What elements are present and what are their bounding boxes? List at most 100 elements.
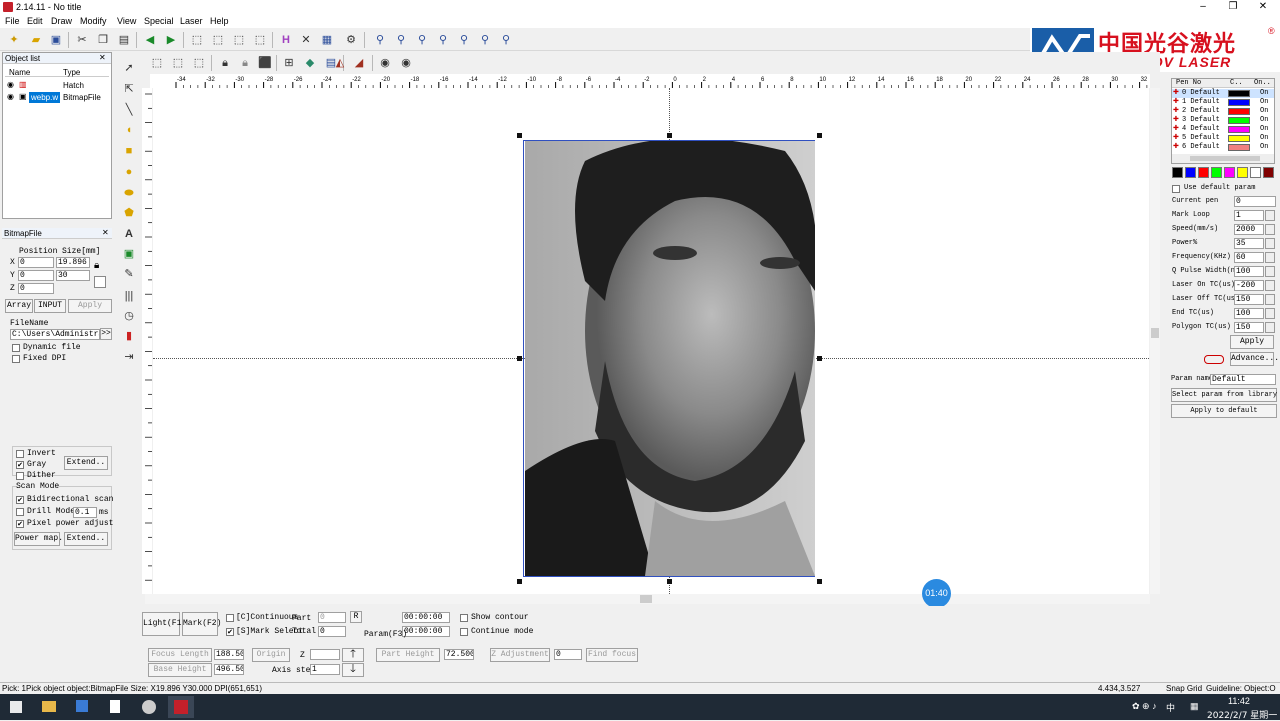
pen-row[interactable]: ✚ 4 Default On xyxy=(1172,125,1274,134)
vertical-scrollbar[interactable] xyxy=(1150,88,1160,594)
node-delete-icon[interactable]: ⬚ xyxy=(252,32,268,48)
spin-button[interactable] xyxy=(1265,210,1275,221)
unlock-icon[interactable]: 🔒︎ xyxy=(237,55,253,71)
base-height-field[interactable]: 496.500 xyxy=(214,664,244,675)
circle-icon[interactable]: ● xyxy=(121,164,137,180)
scroll-thumb[interactable] xyxy=(1190,156,1260,161)
clock-date[interactable]: 2022/2/7 星期一 xyxy=(1207,708,1277,721)
redo-icon[interactable]: ▶ xyxy=(163,32,179,48)
resize-handle[interactable] xyxy=(517,579,522,584)
param-field-mark-loop[interactable]: 1 xyxy=(1234,210,1264,221)
apply-button[interactable]: Apply xyxy=(68,299,112,313)
advance-button[interactable]: Advance... xyxy=(1230,352,1279,366)
horizontal-scrollbar[interactable] xyxy=(145,594,1150,604)
menu-view[interactable]: View xyxy=(117,16,136,26)
node-move-icon[interactable]: ⬚ xyxy=(231,32,247,48)
palette-color[interactable] xyxy=(1185,167,1196,178)
pixel-power-checkbox[interactable]: ✔ xyxy=(16,520,24,528)
invert-checkbox[interactable] xyxy=(16,450,24,458)
cut-icon[interactable]: ✂ xyxy=(74,32,90,48)
windows-start-icon[interactable] xyxy=(10,701,22,713)
palette-color[interactable] xyxy=(1224,167,1235,178)
system-icon[interactable]: ⚙ xyxy=(343,32,359,48)
group-icon[interactable]: ⬚ xyxy=(149,55,165,71)
select-library-button[interactable]: Select param from library xyxy=(1171,388,1277,402)
save-icon[interactable]: ▣ xyxy=(48,32,64,48)
unlock-all-icon[interactable]: ⬛ xyxy=(257,55,273,71)
spin-button[interactable] xyxy=(1265,308,1275,319)
bidirectional-checkbox[interactable]: ✔ xyxy=(16,496,24,504)
scroll-thumb[interactable] xyxy=(1151,328,1159,338)
snap-grid-toggle[interactable]: Snap Grid xyxy=(1166,684,1202,693)
eye-icon[interactable]: ◉ xyxy=(7,92,14,101)
copy-icon[interactable]: ❐ xyxy=(95,32,111,48)
lock-ratio-icon[interactable]: 🔒︎ xyxy=(94,260,99,271)
select-arrow-icon[interactable]: ➚ xyxy=(121,60,137,76)
pen-row[interactable]: ✚ 2 Default On xyxy=(1172,107,1274,116)
part-height-field[interactable]: 72.500 xyxy=(444,649,474,660)
pen-color-swatch[interactable] xyxy=(1228,99,1250,106)
continue-mode-checkbox[interactable] xyxy=(460,628,468,636)
tab-array[interactable]: Array xyxy=(5,299,33,313)
file-explorer-icon[interactable] xyxy=(42,701,56,712)
menu-special[interactable]: Special xyxy=(144,16,174,26)
param-field-laser-off[interactable]: 150 xyxy=(1234,294,1264,305)
row-name[interactable]: webp.w xyxy=(29,92,61,103)
filename-field[interactable]: C:\Users\Administrato xyxy=(10,329,100,340)
menu-file[interactable]: File xyxy=(5,16,20,26)
z-adjustment-field[interactable]: 0 xyxy=(554,649,582,660)
anchor-icon[interactable] xyxy=(94,276,106,288)
arrow-down-icon[interactable]: 🡓 xyxy=(342,663,364,677)
spin-button[interactable] xyxy=(1265,266,1275,277)
param-field-laser-on[interactable]: -200 xyxy=(1234,280,1264,291)
base-height-button[interactable]: Base Height xyxy=(148,663,212,677)
store-icon[interactable] xyxy=(76,700,88,712)
menu-laser[interactable]: Laser xyxy=(180,16,203,26)
clock-time[interactable]: 11:42 xyxy=(1228,696,1250,706)
mark-button[interactable]: Mark(F2) xyxy=(182,612,221,636)
zoom-in-icon[interactable]: ⚲ xyxy=(393,32,409,48)
part-height-button[interactable]: Part Height xyxy=(376,648,440,662)
param-field-power[interactable]: 35 xyxy=(1234,238,1264,249)
gray-checkbox[interactable]: ✔ xyxy=(16,461,24,469)
mirror-v-icon[interactable]: ◢ xyxy=(351,55,367,71)
close-icon[interactable]: ✕ xyxy=(99,53,106,62)
list-item[interactable]: ◉ ▥ Hatch xyxy=(5,80,109,91)
pen-color-swatch[interactable] xyxy=(1228,144,1250,151)
pen-row[interactable]: ✚ 6 Default On xyxy=(1172,143,1274,152)
spin-button[interactable] xyxy=(1265,294,1275,305)
dynamic-file-checkbox[interactable] xyxy=(12,344,20,352)
pen-row[interactable]: ✚ 1 Default On xyxy=(1172,98,1274,107)
lock-icon[interactable]: 🔒︎ xyxy=(217,55,233,71)
document-icon[interactable] xyxy=(110,700,120,713)
ellipse-icon[interactable]: ⬬ xyxy=(121,185,137,201)
mark-select-checkbox[interactable]: ✔ xyxy=(226,628,234,636)
node-arrow-icon[interactable]: ⇱ xyxy=(121,81,137,97)
align-icon[interactable]: ⊞ xyxy=(281,55,297,71)
resize-handle[interactable] xyxy=(817,133,822,138)
reset-button[interactable]: R xyxy=(350,611,362,623)
find-focus-button[interactable]: Find focus xyxy=(586,648,638,662)
palette-color[interactable] xyxy=(1263,167,1274,178)
axis-step-field[interactable]: 1 xyxy=(310,664,340,675)
param-name-field[interactable]: Default xyxy=(1210,374,1276,385)
zoom-out-icon[interactable]: ⚲ xyxy=(414,32,430,48)
total-field[interactable]: 0 xyxy=(318,626,346,637)
origin-button[interactable]: Origin xyxy=(252,648,290,662)
line-icon[interactable]: ╲ xyxy=(121,102,137,118)
ezcad-taskbar-button[interactable] xyxy=(168,696,194,718)
resize-handle[interactable] xyxy=(667,579,672,584)
color-pick-icon[interactable]: ◆ xyxy=(302,55,318,71)
vector-file-icon[interactable]: ✎ xyxy=(121,266,137,282)
zoom-page-icon[interactable]: ⚲ xyxy=(477,32,493,48)
maximize-button[interactable]: ❐ xyxy=(1218,0,1248,14)
view-icon[interactable]: ◉ xyxy=(377,55,393,71)
menu-draw[interactable]: Draw xyxy=(51,16,72,26)
drill-mode-checkbox[interactable] xyxy=(16,508,24,516)
z-axis-field[interactable] xyxy=(310,649,340,660)
z-position-field[interactable]: 0 xyxy=(18,283,54,294)
node-edit-icon[interactable]: ⬚ xyxy=(189,32,205,48)
minimize-button[interactable]: – xyxy=(1188,0,1218,14)
guideline-toggle[interactable]: Guideline: xyxy=(1206,684,1242,693)
mirror-h-icon[interactable]: ◭ xyxy=(332,55,348,71)
